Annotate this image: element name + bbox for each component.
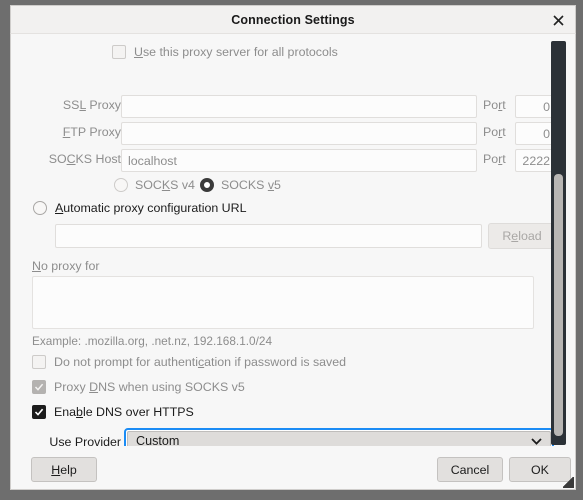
socks-v4-radio-row[interactable]: SOCKS v4 bbox=[114, 178, 195, 192]
socks-host-input[interactable]: localhost bbox=[121, 149, 477, 172]
auto-config-url-input[interactable] bbox=[55, 224, 482, 248]
vertical-scrollbar[interactable] bbox=[551, 41, 566, 445]
check-icon bbox=[34, 408, 44, 416]
use-provider-label: Use Provider bbox=[49, 435, 121, 446]
window-title: Connection Settings bbox=[231, 12, 355, 27]
cancel-button[interactable]: Cancel bbox=[437, 457, 503, 482]
socks-v5-radio-row[interactable]: SOCKS v5 bbox=[200, 178, 281, 192]
auto-config-radio-row[interactable]: Automatic proxy configuration URL bbox=[33, 201, 246, 215]
provider-select-body[interactable]: Custom bbox=[127, 431, 551, 446]
auto-config-radio[interactable] bbox=[33, 201, 47, 215]
enable-doh-checkbox[interactable] bbox=[32, 405, 46, 419]
socks-port-label: Port bbox=[483, 152, 506, 166]
ssl-proxy-input[interactable] bbox=[121, 95, 477, 118]
ok-button[interactable]: OK bbox=[509, 457, 571, 482]
enable-doh-label: Enable DNS over HTTPS bbox=[54, 405, 194, 419]
use-proxy-all-label: Use this proxy server for all protocols bbox=[134, 45, 338, 59]
settings-scroll-area: Use this proxy server for all protocols … bbox=[11, 34, 575, 446]
socks-v5-label: SOCKS v5 bbox=[221, 178, 281, 192]
reload-button: Reload bbox=[488, 223, 556, 249]
ftp-proxy-input[interactable] bbox=[121, 122, 477, 145]
provider-select[interactable]: Custom bbox=[124, 428, 554, 446]
title-bar: Connection Settings bbox=[10, 5, 576, 33]
close-icon[interactable] bbox=[547, 9, 569, 31]
no-proxy-example: Example: .mozilla.org, .net.nz, 192.168.… bbox=[32, 334, 273, 348]
dialog-footer: Help Cancel OK bbox=[11, 446, 575, 489]
socks-v5-radio[interactable] bbox=[200, 178, 214, 192]
help-label: Help bbox=[51, 462, 77, 477]
ftp-port-label: Port bbox=[483, 125, 506, 139]
proxy-dns-socks5-label: Proxy DNS when using SOCKS v5 bbox=[54, 380, 245, 394]
auto-config-label: Automatic proxy configuration URL bbox=[55, 201, 247, 215]
no-auth-prompt-checkbox[interactable] bbox=[32, 355, 46, 369]
scrollbar-thumb[interactable] bbox=[554, 174, 563, 436]
socks-v4-label: SOCKS v4 bbox=[135, 178, 195, 192]
no-auth-prompt-label: Do not prompt for authentication if pass… bbox=[54, 355, 347, 369]
enable-doh-row[interactable]: Enable DNS over HTTPS bbox=[32, 405, 194, 419]
close-glyph bbox=[552, 14, 564, 26]
proxy-dns-socks5-checkbox[interactable] bbox=[32, 380, 46, 394]
socks-host-label: SOCKS Host bbox=[48, 152, 121, 166]
provider-select-value: Custom bbox=[136, 434, 180, 446]
use-proxy-all-checkbox[interactable] bbox=[112, 45, 126, 59]
check-icon bbox=[34, 383, 44, 391]
use-proxy-all-row[interactable]: Use this proxy server for all protocols bbox=[112, 45, 338, 59]
ssl-proxy-label: SSL Proxy bbox=[62, 98, 121, 112]
proxy-dns-socks5-row[interactable]: Proxy DNS when using SOCKS v5 bbox=[32, 380, 245, 394]
chevron-down-icon bbox=[531, 437, 542, 445]
socks-v4-radio[interactable] bbox=[114, 178, 128, 192]
no-auth-prompt-row[interactable]: Do not prompt for authentication if pass… bbox=[32, 355, 346, 369]
ftp-proxy-label: FTP Proxy bbox=[62, 125, 121, 139]
help-button[interactable]: Help bbox=[31, 457, 97, 482]
reload-label: Reload bbox=[502, 229, 542, 243]
resize-grip-icon[interactable] bbox=[563, 477, 574, 488]
ssl-port-label: Port bbox=[483, 98, 506, 112]
no-proxy-textarea[interactable] bbox=[32, 276, 534, 329]
no-proxy-label: No proxy for bbox=[32, 259, 100, 273]
dialog-body: Use this proxy server for all protocols … bbox=[10, 33, 576, 490]
connection-settings-window: Connection Settings Use this proxy serve… bbox=[0, 0, 583, 500]
